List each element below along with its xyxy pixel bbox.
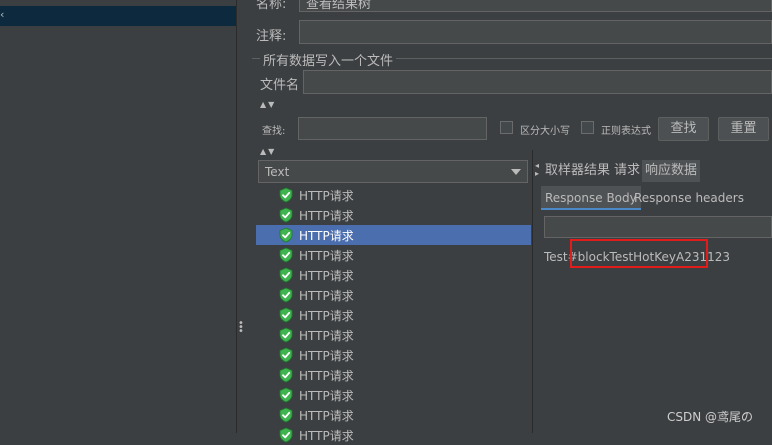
list-item-label: HTTP请求 [299,349,354,363]
tab-response-body[interactable]: Response Body [541,186,641,210]
success-shield-icon [279,347,293,363]
sample-results-list: HTTP请求 HTTP请求 HTTP请求 HTTP请求 HTTP请求 HTTP请求 HTTP… [256,185,531,443]
vertical-splitter[interactable] [532,150,538,433]
list-item-label: HTTP请求 [299,329,354,343]
watermark: CSDN @鸢尾の [667,410,754,424]
reset-button[interactable]: 重置 [718,117,769,141]
list-item[interactable]: HTTP请求 [256,345,531,365]
success-shield-icon [279,287,293,303]
test-plan-tree-panel [0,0,237,433]
list-item[interactable]: HTTP请求 [256,405,531,425]
list-item[interactable]: HTTP请求 [256,305,531,325]
list-item-label: HTTP请求 [299,429,354,443]
filename-label: 文件名 [260,78,300,93]
tree-selected-node[interactable]: ‹ [0,6,236,26]
list-item-label: HTTP请求 [299,229,354,243]
list-item-label: HTTP请求 [299,249,354,263]
search-label: 查找: [262,126,286,137]
success-shield-icon [279,367,293,383]
success-shield-icon [279,327,293,343]
list-item-label: HTTP请求 [299,369,354,383]
success-shield-icon [279,407,293,423]
tree-collapse-icon[interactable]: ‹ [0,8,4,21]
list-item-label: HTTP请求 [299,209,354,223]
renderer-select[interactable]: Text [258,160,528,183]
list-item-label: HTTP请求 [299,289,354,303]
list-item[interactable]: HTTP请求 [256,265,531,285]
success-shield-icon [279,227,293,243]
list-item-label: HTTP请求 [299,309,354,323]
list-item-label: HTTP请求 [299,269,354,283]
success-shield-icon [279,187,293,203]
regex-checkbox[interactable] [581,121,594,134]
list-item-label: HTTP请求 [299,409,354,423]
list-item[interactable]: HTTP请求 [256,365,531,385]
success-shield-icon [279,427,293,443]
list-item[interactable]: HTTP请求 [256,325,531,345]
list-item[interactable]: HTTP请求 [256,385,531,405]
annotation-highlight-box [570,239,708,268]
list-item-label: HTTP请求 [299,189,354,203]
splitter-handle-icon[interactable]: • • • [238,319,244,337]
chevron-down-icon [511,169,521,175]
success-shield-icon [279,267,293,283]
splitter-arrows-bottom[interactable]: ▲▼ [260,147,276,156]
renderer-select-value: Text [265,165,290,179]
name-label: 名称: [256,0,287,12]
list-item[interactable]: HTTP请求 [256,245,531,265]
collapse-arrows-icon[interactable]: ◂ ▸ [535,162,539,178]
tab-request[interactable]: 请求 [611,160,643,182]
search-input[interactable] [298,117,487,140]
list-item[interactable]: HTTP请求 [256,185,531,205]
success-shield-icon [279,307,293,323]
case-sensitive-label: 区分大小写 [520,126,570,137]
tab-sampler-result[interactable]: 取样器结果 [542,160,613,182]
comment-label: 注释: [256,29,287,44]
success-shield-icon [279,207,293,223]
success-shield-icon [279,387,293,403]
list-item[interactable]: HTTP请求 [256,225,531,245]
list-item[interactable]: HTTP请求 [256,425,531,445]
list-item-label: HTTP请求 [299,389,354,403]
regex-label: 正则表达式 [601,126,651,137]
name-input-value: 查看结果树 [306,0,372,12]
tab-response-headers[interactable]: Response headers [630,186,748,210]
splitter-arrows-top[interactable]: ▲▼ [260,100,276,109]
success-shield-icon [279,247,293,263]
case-sensitive-checkbox[interactable] [500,121,513,134]
file-section-title: 所有数据写入一个文件 [260,50,397,69]
response-search-input[interactable] [544,216,772,238]
filename-input[interactable] [303,70,772,94]
tab-response-data[interactable]: 响应数据 [642,160,701,182]
comment-input[interactable] [299,20,772,44]
name-input[interactable]: 查看结果树 [299,0,772,12]
find-button[interactable]: 查找 [658,117,709,141]
list-item[interactable]: HTTP请求 [256,285,531,305]
list-item[interactable]: HTTP请求 [256,205,531,225]
